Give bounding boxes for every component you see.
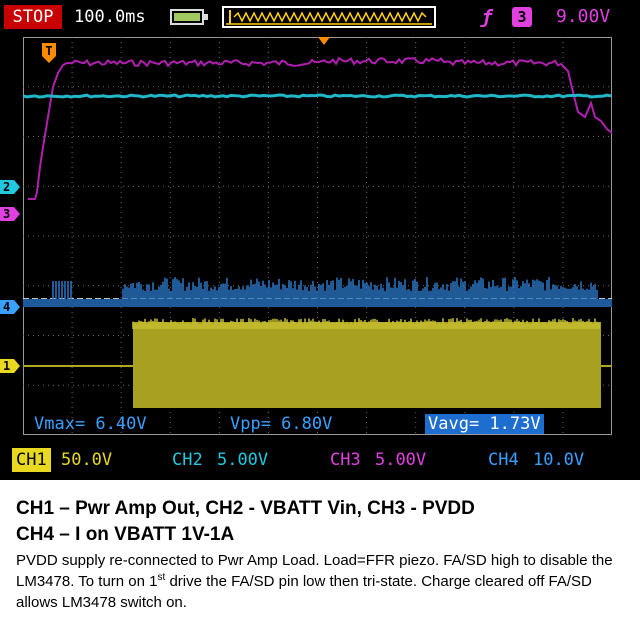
ch2-trace bbox=[23, 93, 612, 99]
oscilloscope-screen: STOP 100.0ms ƒ 3 9.00V T 2 3 4 1 Vmax= 6… bbox=[0, 0, 640, 480]
ch2-scale[interactable]: CH2 5.00V bbox=[168, 448, 268, 472]
ch1-level-marker[interactable]: 1 bbox=[0, 359, 20, 373]
ch3-level-marker[interactable]: 3 bbox=[0, 207, 20, 221]
measurement-vmax: Vmax= 6.40V bbox=[34, 414, 147, 434]
ch4-level-marker[interactable]: 4 bbox=[0, 300, 20, 314]
status-bar: STOP 100.0ms ƒ 3 9.00V bbox=[0, 0, 640, 34]
ch1-scale[interactable]: CH1 50.0V bbox=[12, 448, 112, 472]
trigger-time-marker[interactable] bbox=[318, 37, 330, 45]
trigger-edge-icon[interactable]: ƒ bbox=[481, 5, 492, 29]
caption: CH1 – Pwr Amp Out, CH2 - VBATT Vin, CH3 … bbox=[16, 496, 628, 613]
waveform-plot[interactable] bbox=[23, 37, 612, 435]
ch3-scale[interactable]: CH3 5.00V bbox=[326, 448, 426, 472]
measurement-vpp: Vpp= 6.80V bbox=[230, 414, 333, 434]
battery-icon bbox=[170, 9, 208, 25]
measurement-vavg: Vavg= 1.73V bbox=[425, 414, 544, 434]
waveform-overview[interactable] bbox=[222, 6, 436, 28]
ch4-scale[interactable]: CH4 10.0V bbox=[484, 448, 584, 472]
caption-body: PVDD supply re-connected to Pwr Amp Load… bbox=[16, 552, 613, 611]
trigger-level-readout[interactable]: 9.00V bbox=[556, 5, 610, 29]
trigger-source-badge[interactable]: 3 bbox=[512, 7, 532, 27]
caption-heading-2: CH4 – I on VBATT 1V-1A bbox=[16, 524, 235, 545]
svg-text:T: T bbox=[45, 44, 52, 58]
overview-trace bbox=[226, 10, 432, 25]
ch2-level-marker[interactable]: 2 bbox=[0, 180, 20, 194]
timebase-readout[interactable]: 100.0ms bbox=[74, 5, 146, 29]
caption-heading-1: CH1 – Pwr Amp Out, CH2 - VBATT Vin, CH3 … bbox=[16, 498, 475, 519]
trigger-position-marker[interactable]: T bbox=[41, 42, 57, 64]
channel-scale-bar: CH1 50.0V CH2 5.00V CH3 5.00V CH4 10.0V bbox=[0, 444, 640, 480]
ch4-trace bbox=[23, 277, 612, 307]
run-stop-button[interactable]: STOP bbox=[4, 5, 62, 29]
ch1-trace bbox=[23, 318, 612, 408]
ch3-trace bbox=[28, 56, 612, 200]
